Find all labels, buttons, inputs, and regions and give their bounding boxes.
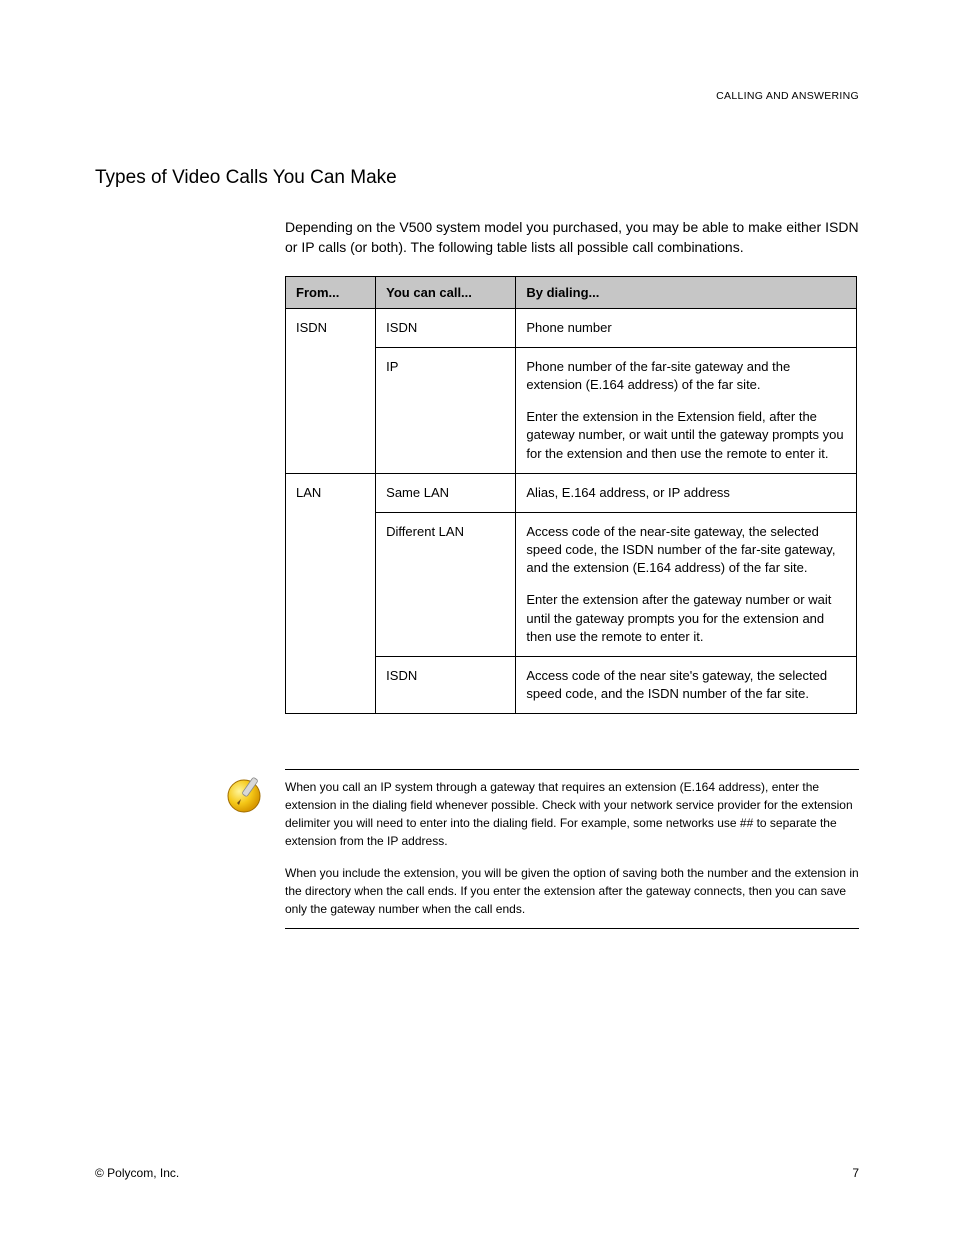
- cell-dial: Access code of the near-site gateway, th…: [516, 512, 857, 656]
- cell-call: Different LAN: [376, 512, 516, 656]
- note-block: When you call an IP system through a gat…: [225, 769, 859, 929]
- table-row: LAN Same LAN Alias, E.164 address, or IP…: [286, 473, 857, 512]
- cell-call: ISDN: [376, 308, 516, 347]
- cell-dial: Access code of the near site's gateway, …: [516, 657, 857, 714]
- header-dial: By dialing...: [516, 276, 857, 308]
- header-call: You can call...: [376, 276, 516, 308]
- note-icon: [225, 773, 275, 820]
- copyright: © Polycom, Inc.: [95, 1166, 179, 1180]
- page-footer: © Polycom, Inc. 7: [95, 1166, 859, 1180]
- cell-dial: Alias, E.164 address, or IP address: [516, 473, 857, 512]
- page-number: 7: [852, 1166, 859, 1180]
- cell-call: IP: [376, 347, 516, 473]
- header-from: From...: [286, 276, 376, 308]
- running-header: CALLING AND ANSWERING: [95, 90, 859, 102]
- table-row: ISDN ISDN Phone number: [286, 308, 857, 347]
- intro-paragraph: Depending on the V500 system model you p…: [285, 217, 859, 258]
- document-page: CALLING AND ANSWERING Types of Video Cal…: [0, 0, 954, 1235]
- table-header-row: From... You can call... By dialing...: [286, 276, 857, 308]
- cell-from: LAN: [286, 473, 376, 714]
- cell-call: ISDN: [376, 657, 516, 714]
- section-title: Types of Video Calls You Can Make: [95, 167, 859, 189]
- cell-from: ISDN: [286, 308, 376, 473]
- call-combinations-table: From... You can call... By dialing... IS…: [285, 276, 857, 715]
- cell-dial: Phone number: [516, 308, 857, 347]
- note-text: When you call an IP system through a gat…: [285, 769, 859, 929]
- cell-dial: Phone number of the far-site gateway and…: [516, 347, 857, 473]
- cell-call: Same LAN: [376, 473, 516, 512]
